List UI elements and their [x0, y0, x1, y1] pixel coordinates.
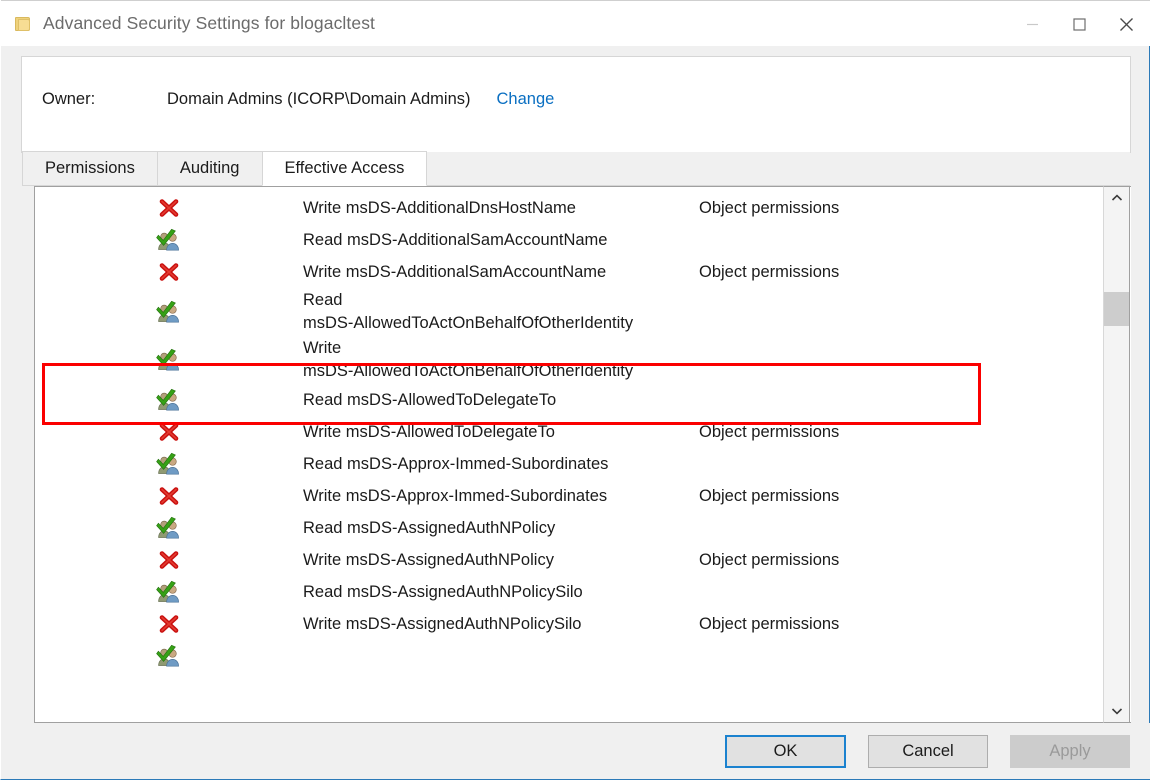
permission-scope: Object permissions — [699, 486, 840, 505]
permission-name: Read msDS-AllowedToDelegateTo — [303, 390, 557, 409]
access-allow-icon-cell — [35, 300, 303, 324]
access-deny-icon-cell — [35, 549, 303, 571]
effective-access-list-rows: Write msDS-AdditionalDnsHostName Object p… — [35, 186, 1098, 672]
access-allow-icon-cell — [35, 580, 303, 604]
access-deny-icon-cell — [35, 421, 303, 443]
deny-icon — [159, 423, 179, 441]
table-row[interactable]: Read msDS-AdditionalSamAccountName — [35, 224, 1098, 256]
folder-icon — [15, 16, 31, 32]
effective-access-list: Write msDS-AdditionalDnsHostName Object p… — [34, 186, 1131, 723]
allow-icon — [156, 516, 179, 539]
permission-scope: Object permissions — [699, 198, 840, 217]
advanced-security-settings-window: Advanced Security Settings for blogaclte… — [0, 0, 1150, 780]
allow-icon — [156, 300, 179, 323]
deny-icon — [159, 551, 179, 569]
list-scrollbar[interactable] — [1103, 186, 1130, 723]
permission-name: Write msDS-AssignedAuthNPolicy — [303, 550, 554, 569]
table-row[interactable]: Write msDS-AdditionalSamAccountName Objec… — [35, 256, 1098, 288]
allow-icon — [156, 580, 179, 603]
tab-permissions[interactable]: Permissions — [22, 151, 158, 185]
permission-scope: Object permissions — [699, 550, 840, 569]
access-deny-icon-cell — [35, 613, 303, 635]
window-controls — [1009, 1, 1150, 47]
tab-effective-access[interactable]: Effective Access — [261, 151, 428, 186]
owner-row: Owner: Domain Admins (ICORP\Domain Admin… — [42, 90, 554, 109]
access-allow-icon-cell — [35, 388, 303, 412]
scrollbar-thumb[interactable] — [1104, 292, 1129, 326]
permission-name: Write msDS-Approx-Immed-Subordinates — [303, 486, 608, 505]
tab-auditing-label: Auditing — [179, 159, 240, 177]
access-allow-icon-cell — [35, 516, 303, 540]
table-row[interactable]: Write msDS-AdditionalDnsHostName Object p… — [35, 192, 1098, 224]
maximize-button[interactable] — [1056, 1, 1103, 47]
deny-icon — [159, 615, 179, 633]
allow-icon — [156, 388, 179, 411]
table-row[interactable]: Read msDS-AssignedAuthNPolicySilo — [35, 576, 1098, 608]
tab-permissions-label: Permissions — [45, 159, 135, 177]
tab-strip: Permissions Auditing Effective Access — [22, 151, 1130, 186]
tab-effective-access-label: Effective Access — [284, 159, 405, 177]
minimize-button[interactable] — [1009, 1, 1056, 47]
permission-name: Write msDS-AdditionalDnsHostName — [303, 198, 576, 217]
access-allow-icon-cell — [35, 348, 303, 372]
allow-icon — [156, 348, 179, 371]
permission-name: Write msDS-AllowedToActOnBehalfOfOtherId… — [303, 339, 634, 380]
permission-scope: Object permissions — [699, 262, 840, 281]
dialog-footer: OK Cancel Apply — [1, 723, 1150, 779]
deny-icon — [159, 487, 179, 505]
ok-button[interactable]: OK — [725, 734, 846, 768]
table-row[interactable]: Write msDS-AssignedAuthNPolicySilo Object… — [35, 608, 1098, 640]
permission-name: Read msDS-AssignedAuthNPolicy — [303, 518, 556, 537]
access-allow-icon-cell — [35, 452, 303, 476]
owner-panel: Owner: Domain Admins (ICORP\Domain Admin… — [21, 56, 1131, 153]
permission-name: Write msDS-AdditionalSamAccountName — [303, 262, 607, 281]
permission-name: Read msDS-Approx-Immed-Subordinates — [303, 454, 609, 473]
allow-icon — [156, 228, 179, 251]
permission-name: Read msDS-AllowedToActOnBehalfOfOtherIde… — [303, 291, 634, 332]
table-row[interactable]: Write msDS-Approx-Immed-Subordinates Obje… — [35, 480, 1098, 512]
deny-icon — [159, 199, 179, 217]
table-row[interactable]: Read msDS-AssignedAuthNPolicy — [35, 512, 1098, 544]
permission-name: Read msDS-AdditionalSamAccountName — [303, 230, 608, 249]
chevron-down-icon[interactable] — [1104, 700, 1129, 722]
permission-name: Read msDS-AssignedAuthNPolicySilo — [303, 582, 583, 601]
title-bar: Advanced Security Settings for blogaclte… — [1, 0, 1150, 46]
access-allow-icon-cell — [35, 186, 303, 188]
table-row[interactable]: Read msDS-AllowedToDelegateTo — [35, 384, 1098, 416]
allow-icon — [156, 186, 182, 188]
access-allow-icon-cell — [35, 228, 303, 252]
table-row[interactable]: Write msDS-AllowedToActOnBehalfOfOtherId… — [35, 336, 1098, 384]
tab-auditing[interactable]: Auditing — [156, 151, 263, 185]
table-row[interactable]: Read msDS-AllowedToActOnBehalfOfOtherIde… — [35, 288, 1098, 336]
deny-icon — [159, 263, 179, 281]
table-row[interactable]: Write msDS-AssignedAuthNPolicy Object per… — [35, 544, 1098, 576]
access-allow-icon-cell — [35, 644, 303, 668]
owner-value: Domain Admins (ICORP\Domain Admins) — [167, 90, 471, 108]
change-owner-link[interactable]: Change — [497, 90, 555, 109]
apply-button: Apply — [1010, 734, 1130, 768]
permission-name: Write msDS-AssignedAuthNPolicySilo — [303, 614, 582, 633]
permission-scope: Object permissions — [699, 614, 840, 633]
permission-scope: Object permissions — [699, 422, 840, 441]
table-row[interactable]: Read msDS-Approx-Immed-Subordinates — [35, 448, 1098, 480]
allow-icon — [156, 452, 179, 475]
allow-icon — [156, 644, 179, 667]
access-deny-icon-cell — [35, 261, 303, 283]
chevron-up-icon[interactable] — [1104, 187, 1129, 209]
cancel-button[interactable]: Cancel — [868, 734, 988, 768]
close-button[interactable] — [1103, 1, 1150, 47]
access-deny-icon-cell — [35, 485, 303, 507]
permission-name: Write msDS-AllowedToDelegateTo — [303, 422, 555, 441]
access-deny-icon-cell — [35, 197, 303, 219]
table-row[interactable]: Write msDS-AllowedToDelegateTo Object per… — [35, 416, 1098, 448]
table-row[interactable] — [35, 640, 1098, 672]
window-title: Advanced Security Settings for blogaclte… — [43, 13, 376, 33]
owner-label: Owner: — [42, 90, 96, 108]
